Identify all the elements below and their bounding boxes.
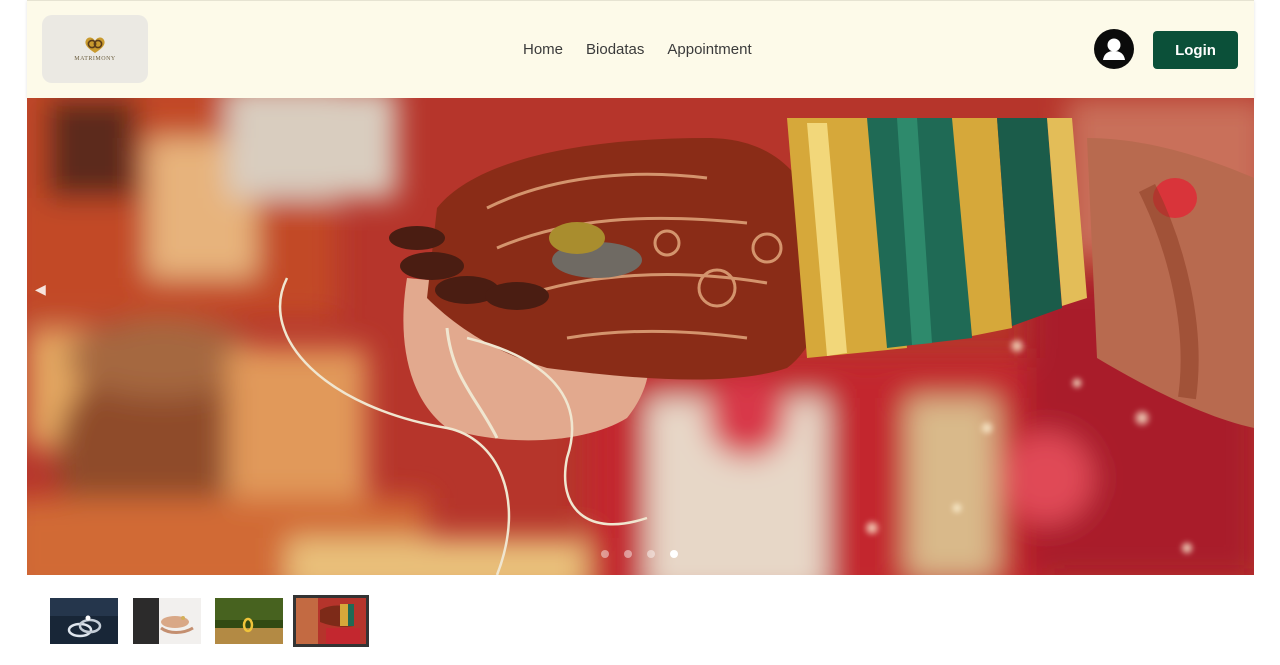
nav-home[interactable]: Home [523, 41, 563, 58]
carousel-dot-3[interactable] [647, 550, 655, 558]
thumbnail-hands[interactable] [133, 598, 201, 644]
carousel-dot-1[interactable] [601, 550, 609, 558]
brand-name: MATRIMONY [74, 56, 116, 62]
hero-carousel: ◀ [27, 98, 1254, 575]
nav-biodatas[interactable]: Biodatas [586, 41, 644, 58]
hero-image-mehndi-hands [27, 98, 1254, 575]
carousel-dot-2[interactable] [624, 550, 632, 558]
person-silhouette-icon [1103, 38, 1125, 60]
user-avatar-icon[interactable] [1094, 29, 1134, 69]
thumbnail-mehndi-hands[interactable] [293, 595, 369, 647]
nav-appointment[interactable]: Appointment [667, 41, 751, 58]
thumbnail-rings[interactable] [50, 598, 118, 644]
thumbnail-ring-on-table[interactable] [215, 598, 283, 644]
carousel-indicators [601, 550, 678, 558]
brand-logo[interactable]: MATRIMONY [42, 15, 148, 83]
caret-left-icon[interactable]: ◀ [35, 281, 46, 298]
heart-rings-icon [85, 37, 105, 53]
login-button[interactable]: Login [1153, 31, 1238, 69]
carousel-dot-4[interactable] [670, 550, 678, 558]
navbar: MATRIMONY Home Biodatas Appointment Logi… [27, 0, 1254, 98]
main-nav: Home Biodatas Appointment [523, 41, 752, 58]
